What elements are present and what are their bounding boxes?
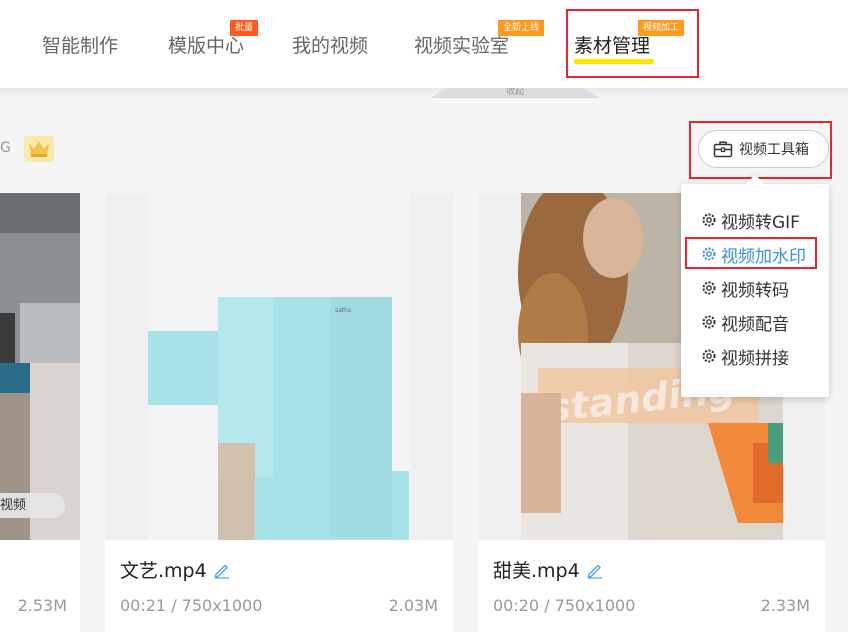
menu-item-label: 视频转码 [721,280,789,301]
toolbox-icon [713,141,733,158]
video-toolbox-dropdown: 视频转GIF 视频加水印 视频转码 视频配音 视频拼接 [681,184,829,397]
menu-item-label: 视频配音 [721,314,789,335]
collapse-tab[interactable]: 收起 [430,88,600,98]
gear-icon [702,247,716,261]
video-card[interactable]: saths 文艺.mp4 00:21 / 750x1000 2.03M [105,193,453,632]
video-toolbox-button[interactable]: 视频工具箱 [698,130,829,168]
nav-item-smart-create[interactable]: 智能制作 [42,33,118,59]
nav-item-label: 素材管理 [574,35,651,57]
video-duration-resolution: 00:21 / 750x1000 [120,596,263,615]
file-size: 2.03M [388,596,438,615]
video-type-pill: 视频 [0,493,65,518]
video-title: 甜美.mp4 [493,556,604,583]
video-filename: 文艺.mp4 [120,560,207,582]
collapse-label: 收起 [505,87,524,97]
gear-icon [702,349,716,363]
crown-icon [24,136,54,162]
edit-pencil-icon[interactable] [586,561,604,579]
file-size: 2.53M [17,596,67,615]
video-title: 文艺.mp4 [120,556,231,583]
menu-item-video-dubbing[interactable]: 视频配音 [701,308,789,336]
truncated-label: G [0,140,11,156]
edit-pencil-icon[interactable] [213,561,231,579]
active-tab-underline [574,59,654,64]
menu-item-label: 视频转GIF [721,212,800,233]
badge-batch: 批量 [230,20,259,36]
video-filename: 甜美.mp4 [493,560,580,582]
video-card[interactable]: 视频 2.53M [0,193,80,632]
nav-item-label: 视频实验室 [414,35,510,57]
badge-video-processing: 视频加工 [638,20,685,36]
video-thumbnail[interactable] [0,193,80,540]
toolbox-label: 视频工具箱 [739,142,809,158]
svg-text:saths: saths [335,307,351,314]
nav-item-template-center[interactable]: 模版中心 [168,33,244,59]
menu-item-video-transcode[interactable]: 视频转码 [701,274,789,302]
menu-item-video-splice[interactable]: 视频拼接 [701,342,789,370]
menu-item-video-to-gif[interactable]: 视频转GIF [701,206,800,234]
nav-shadow [0,88,848,96]
nav-item-video-lab[interactable]: 视频实验室 [414,33,509,59]
file-size: 2.33M [760,596,810,615]
menu-item-label: 视频加水印 [721,246,806,267]
video-thumbnail[interactable]: saths [105,193,453,540]
nav-item-my-videos[interactable]: 我的视频 [292,33,368,59]
menu-item-video-watermark[interactable]: 视频加水印 [701,240,806,268]
video-duration-resolution: 00:20 / 750x1000 [493,596,636,615]
gear-icon [702,281,716,295]
menu-item-label: 视频拼接 [721,348,789,369]
gear-icon [702,213,716,227]
badge-new-launch: 全新上线 [498,20,545,36]
nav-item-asset-management[interactable]: 素材管理 [574,33,654,64]
nav-item-label: 模版中心 [168,35,245,57]
top-nav: 智能制作 模版中心 批量 我的视频 视频实验室 全新上线 素材管理 视频加工 [0,0,848,88]
gear-icon [702,315,716,329]
